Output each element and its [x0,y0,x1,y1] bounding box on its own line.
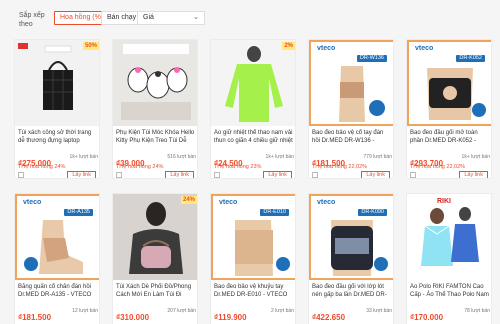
brand-logo: RIKI [437,198,451,205]
select-checkbox[interactable] [312,172,318,178]
get-link-button[interactable]: Lấy link [67,171,96,178]
sort-bar: Sắp xếp theo Hoa hồng (%) Bán chạy Giá ⌄ [0,0,500,36]
product-title: Bao đeo đầu gối mở toàn phần Dr.MED DR-K… [410,130,478,144]
knee-support-image-icon [427,68,486,120]
product-title: Túi Xách Dễ Phối Đồ/Phong Cách Mới En Là… [116,284,192,298]
product-code: DR-K090 [358,209,387,216]
knee-sleeve-image-icon [331,220,388,276]
product-title: Áo giữ nhiệt thể thao nam vải thun co gi… [214,130,293,144]
wrist-support-image-icon [339,66,385,122]
select-checkbox[interactable] [116,172,122,178]
product-image: RIKI [407,194,491,280]
product-title: Bao đeo đầu gối với lớp lót nén gấp ba l… [312,284,387,298]
polo-image-icon [407,194,491,280]
product-card[interactable]: 24% Túi Xách Dễ Phối Đồ/Phong Cách Mới E… [112,193,198,324]
commission-rate: Tỉ lệ hoa hồng 24% [116,164,164,170]
product-card[interactable]: 2% Áo giữ nhiệt thể thao nam vải thun co… [210,39,296,179]
sort-bestseller-button[interactable]: Bán chạy [101,11,143,25]
product-code: DR-A135 [64,209,93,216]
get-link-button[interactable]: Lấy link [361,171,390,178]
select-checkbox[interactable] [18,172,24,178]
product-price: ₫181.500 [18,313,52,322]
get-link-button[interactable]: Lấy link [263,171,292,178]
sold-count: 33 lượt bán [366,308,392,314]
commission-rate: Tỉ lệ hoa hồng 22,02% [312,164,368,170]
product-image: 2% [211,40,295,126]
get-link-button[interactable]: Lấy link [459,171,488,178]
sold-count: 779 lượt bán [363,154,392,160]
bag-image-icon [15,40,99,126]
product-card[interactable]: vteco DR-A135 Băng quấn cổ chân đàn hồi … [14,193,100,324]
elbow-support-image-icon [235,220,290,276]
sort-label: Sắp xếp theo [19,12,45,28]
product-price: ₫119.900 [214,313,247,322]
price-select-label: Giá [143,14,154,21]
select-checkbox[interactable] [214,172,220,178]
commission-rate: Tỉ lệ hoa hồng 23% [214,164,262,170]
ankle-support-image-icon [24,220,83,274]
vteco-logo: vteco [317,45,336,52]
product-image: 50% [15,40,99,126]
commission-rate: Tỉ lệ hoa hồng 22,02% [410,164,466,170]
vteco-logo: vteco [23,199,42,206]
product-code: DR-E010 [260,209,289,216]
product-title: Băng quấn cổ chân đàn hồi Dr.MED DR-A135… [18,284,92,298]
chevron-down-icon: ⌄ [193,14,199,21]
product-card[interactable]: vteco DR-W136 Bao đeo bảo vệ cổ tay đàn … [308,39,394,179]
sold-count: 516 lượt bán [167,154,196,160]
product-image: vteco DR-E010 [211,194,295,280]
product-price: ₫170.000 [410,313,444,322]
sold-count: 12 lượt bán [72,308,98,314]
sold-count: 2 lượt bán [270,308,294,314]
keychain-image-icon [113,40,197,126]
product-code: DR-W136 [356,55,387,62]
product-image [113,40,197,126]
product-card[interactable]: vteco DR-E010 Bao đeo bảo vệ khuỷu tay D… [210,193,296,324]
product-card[interactable]: 50% Túi xách công sở thời trang dễ thươn… [14,39,100,179]
product-image: vteco DR-W136 [309,40,393,126]
product-image: vteco DR-K090 [309,194,393,280]
sold-count: 207 lượt bán [167,308,196,314]
vteco-logo: vteco [317,199,336,206]
sold-count: 1k+ lượt bán [265,154,294,160]
product-image: vteco DR-A135 [15,194,99,280]
product-card[interactable]: RIKI Áo Polo RIKI FAMTON Cao Cấp - Áo Th… [406,193,492,324]
sold-count: 1k+ lượt bán [461,154,490,160]
product-card[interactable]: Phụ Kiện Túi Móc Khóa Hello Kitty Phụ Ki… [112,39,198,179]
product-price: ₫422.650 [312,313,346,322]
vteco-logo: vteco [219,199,238,206]
product-card[interactable]: vteco DR-K090 Bao đeo đầu gối với lớp ló… [308,193,394,324]
product-title: Bao đeo bảo vệ cổ tay đàn hồi Dr.MED DR-… [312,130,384,144]
sort-price-select[interactable]: Giá ⌄ [137,11,205,25]
product-title: Bao đeo bảo vệ khuỷu tay Dr.MED DR-E010 … [214,284,288,298]
product-title: Phụ Kiện Túi Móc Khóa Hello Kitty Phụ Ki… [116,130,195,144]
product-price: ₫310.000 [116,313,150,322]
product-code: DR-K052 [456,55,485,62]
shirt-image-icon [211,40,295,126]
product-image: vteco DR-K052 [407,40,491,126]
select-checkbox[interactable] [410,172,416,178]
sold-count: 78 lượt bán [464,308,490,314]
handbag-image-icon [113,194,197,280]
product-card[interactable]: vteco DR-K052 Bao đeo đầu gối mở toàn ph… [406,39,492,179]
discount-badge: 50% [82,42,99,50]
commission-rate: Tỉ lệ hoa hồng 24% [18,164,66,170]
get-link-button[interactable]: Lấy link [165,171,194,178]
discount-badge: 24% [180,196,197,204]
vteco-logo: vteco [415,45,434,52]
discount-badge: 2% [282,42,295,50]
sold-count: 1k+ lượt bán [69,154,98,160]
product-title: Túi xách công sở thời trang dễ thương đự… [18,130,92,144]
product-title: Áo Polo RIKI FAMTON Cao Cấp - Áo Thể Tha… [410,284,489,298]
product-image: 24% [113,194,197,280]
